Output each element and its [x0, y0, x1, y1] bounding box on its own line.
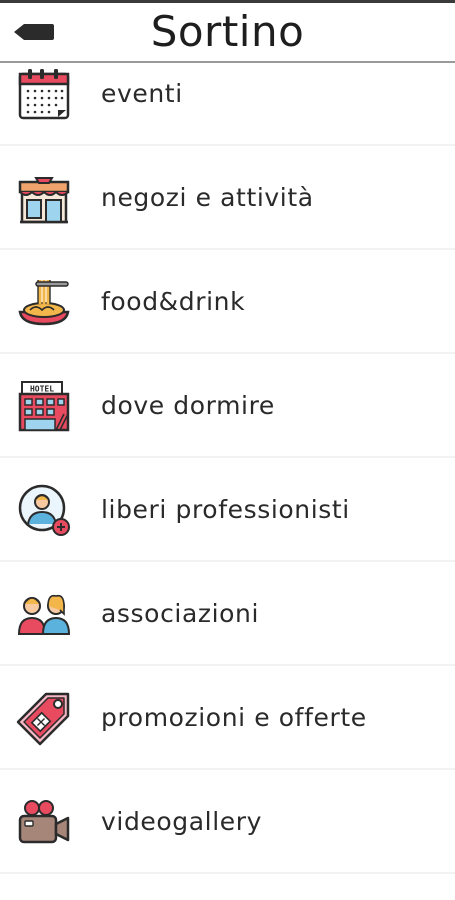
app-header: Sortino	[0, 3, 455, 63]
menu-item-label: promozioni e offerte	[101, 703, 367, 732]
svg-text:HOTEL: HOTEL	[30, 385, 54, 394]
menu-item-label: videogallery	[101, 807, 263, 836]
hotel-icon: HOTEL	[16, 378, 72, 434]
price-tag-icon	[16, 690, 72, 746]
menu-item-videogallery[interactable]: videogallery	[0, 770, 455, 874]
shop-icon	[16, 170, 72, 226]
menu-item-label: food&drink	[101, 287, 246, 316]
spaghetti-icon	[16, 274, 72, 330]
menu-list: eventi negozi e attività food&drink HOTE…	[0, 42, 455, 874]
menu-item-label: negozi e attività	[101, 183, 314, 212]
menu-item-associazioni[interactable]: associazioni	[0, 562, 455, 666]
menu-item-food-drink[interactable]: food&drink	[0, 250, 455, 354]
calendar-icon	[16, 66, 72, 122]
menu-item-label: eventi	[101, 79, 183, 108]
professional-icon	[16, 482, 72, 538]
menu-item-dove-dormire[interactable]: HOTEL dove dormire	[0, 354, 455, 458]
menu-item-negozi[interactable]: negozi e attività	[0, 146, 455, 250]
page-title: Sortino	[150, 7, 305, 56]
menu-item-label: liberi professionisti	[101, 495, 350, 524]
menu-item-label: dove dormire	[101, 391, 275, 420]
menu-item-promozioni[interactable]: promozioni e offerte	[0, 666, 455, 770]
menu-item-label: associazioni	[101, 599, 260, 628]
people-icon	[16, 586, 72, 642]
menu-item-liberi-professionisti[interactable]: liberi professionisti	[0, 458, 455, 562]
video-camera-icon	[16, 794, 72, 850]
